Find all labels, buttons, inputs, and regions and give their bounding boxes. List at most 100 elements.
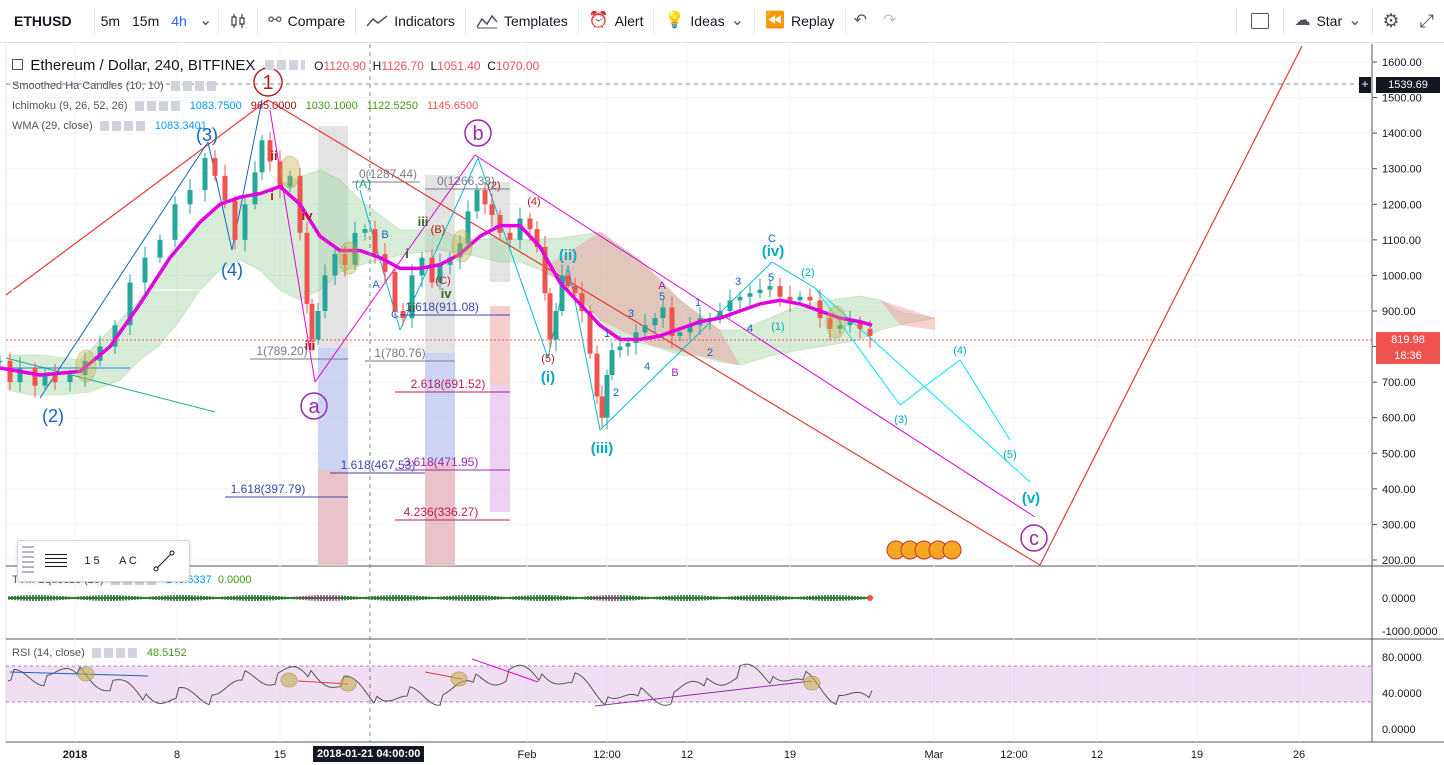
- price-tick-label: 500.00: [1382, 448, 1416, 460]
- candle-body: [565, 275, 571, 287]
- interval-15m[interactable]: 15m: [126, 0, 165, 42]
- compare-icon: ⚯: [268, 12, 282, 29]
- ichimoku-values: 1083.7500 965.0000 1030.1000 1122.5250 1…: [190, 100, 485, 112]
- undo-button[interactable]: ↶: [846, 0, 875, 42]
- price-tick-label: 1600.00: [1382, 57, 1422, 69]
- elliott-correction-tool[interactable]: A C: [110, 546, 146, 576]
- candle-body: [807, 296, 813, 301]
- projection-wave: [959, 359, 1011, 441]
- ichimoku-label: Ichimoku (9, 26, 52, 26): [12, 100, 128, 112]
- chart-area[interactable]: 1 b a c (3) (4) (2) ii i iv iii (A) B A C (B) (C) (2) (4)(…: [0, 42, 1444, 765]
- wave-label: (ii): [559, 247, 577, 264]
- undo-icon: ↶: [853, 12, 867, 29]
- trendline-tool[interactable]: [146, 546, 182, 576]
- candle-body: [737, 296, 743, 301]
- drawing-toolbar: 1 5 A C: [17, 540, 190, 582]
- chevron-down-icon: ⌄: [198, 12, 213, 29]
- elliott-correction-icon: A C: [119, 555, 137, 567]
- templates-icon: [476, 14, 498, 29]
- elliott-impulse-tool[interactable]: 1 5: [74, 546, 110, 576]
- lines-icon: [45, 554, 67, 568]
- indicator-buttons[interactable]: [134, 101, 183, 112]
- squeeze-tick-label: -1000.0000: [1382, 626, 1438, 638]
- indicator-buttons[interactable]: [99, 121, 148, 132]
- fullscreen-button[interactable]: ⤢: [1410, 0, 1444, 42]
- interval-4h[interactable]: 4h: [165, 0, 193, 42]
- symbol-search[interactable]: ETHUSD: [0, 0, 94, 42]
- main-legend: Ethereum / Dollar, 240, BITFINEX O1120.9…: [12, 57, 539, 74]
- candle-body: [187, 190, 193, 205]
- elliott-impulse-icon: 1 5: [84, 555, 100, 567]
- rsi-tick-label: 0.0000: [1382, 724, 1416, 736]
- rsi-highlight: [339, 676, 357, 692]
- ideas-button[interactable]: 💡 Ideas ⌄: [654, 0, 754, 42]
- price-chart-canvas[interactable]: 1bac(3)(4)(2)iiiiviii(A)BAC(B)(C)(2)(4)(…: [0, 42, 1444, 765]
- candle-body: [482, 190, 488, 205]
- event-icon[interactable]: [942, 540, 962, 560]
- collapse-icon[interactable]: [12, 59, 23, 70]
- time-tick-label: 12:00: [593, 749, 621, 761]
- wave-label-1: 1: [262, 72, 273, 94]
- indicator-buttons[interactable]: [170, 81, 219, 92]
- indicator-buttons[interactable]: [91, 648, 140, 659]
- rsi-highlight: [803, 675, 821, 691]
- compare-button[interactable]: ⚯ Compare: [258, 0, 355, 42]
- chart-type-button[interactable]: [219, 0, 257, 42]
- wma-legend[interactable]: WMA (29, close) 1083.3401: [12, 120, 207, 132]
- candle-body: [787, 296, 793, 301]
- chevron-down-icon: ⌄: [1348, 12, 1362, 29]
- layout-button[interactable]: ☁ Star ⌄: [1284, 0, 1371, 42]
- candle-body: [797, 296, 803, 301]
- candle-body: [232, 200, 238, 240]
- square-icon: [1251, 13, 1270, 29]
- series-buttons[interactable]: [264, 60, 305, 70]
- wave-label: 3: [628, 308, 634, 320]
- squeeze-histogram: 0.0000 -1000.0000: [8, 593, 1438, 638]
- last-price-tag: 819.98: [1376, 332, 1440, 348]
- candle-body: [42, 375, 48, 386]
- candle-body: [489, 204, 495, 215]
- wave-label: 2: [613, 387, 619, 399]
- candle-body: [599, 396, 605, 418]
- candle-body: [617, 346, 623, 351]
- drag-handle[interactable]: [22, 546, 34, 576]
- replay-button[interactable]: ⏪ Replay: [755, 0, 845, 42]
- ha-legend[interactable]: Smoothed Ha Candles (10, 10): [12, 80, 223, 92]
- wave-label: i: [270, 188, 274, 203]
- templates-button[interactable]: Templates: [466, 0, 578, 42]
- redo-button[interactable]: ↷: [875, 0, 904, 42]
- interval-5m[interactable]: 5m: [95, 0, 126, 42]
- high-value: 1126.70: [381, 59, 424, 73]
- events-icons[interactable]: [886, 540, 962, 560]
- candle-body: [202, 158, 208, 191]
- candle-body: [332, 254, 338, 276]
- price-tick-label: 1500.00: [1382, 93, 1422, 105]
- candle-body: [747, 293, 753, 297]
- fullscreen-square-button[interactable]: [1237, 0, 1283, 42]
- candle-body: [604, 375, 610, 418]
- add-alert-button[interactable]: +: [1359, 77, 1371, 93]
- indicators-button[interactable]: Indicators: [356, 0, 465, 42]
- candle-body: [547, 293, 553, 340]
- highlight-ellipse: [75, 349, 97, 383]
- b-c-line: [474, 154, 1036, 518]
- rsi-legend[interactable]: RSI (14, close) 48.5152: [12, 647, 187, 659]
- wave-label: C: [391, 309, 399, 321]
- wave-label: 4: [747, 323, 753, 335]
- projection-line: [1039, 45, 1303, 566]
- candle-body: [553, 311, 559, 340]
- price-tick-label: 400.00: [1382, 484, 1416, 496]
- interval-dropdown[interactable]: ⌄: [193, 0, 218, 42]
- wave-label: (5): [1003, 449, 1016, 461]
- ichimoku-legend[interactable]: Ichimoku (9, 26, 52, 26) 1083.7500 965.0…: [12, 100, 484, 112]
- lines-tool[interactable]: [38, 546, 74, 576]
- wave-label: 1: [695, 297, 701, 309]
- trendline-icon: [153, 550, 175, 572]
- wave-label: A: [658, 280, 666, 292]
- price-axis: 1600.00 1500.00 1400.00 1300.00 1200.00 1100.…: [1372, 57, 1422, 567]
- alert-button[interactable]: ⏰ Alert: [579, 0, 654, 42]
- close-value: 1070.00: [495, 59, 540, 73]
- settings-button[interactable]: ⚙: [1373, 0, 1410, 42]
- time-tick-label: 15: [274, 749, 286, 761]
- wma-value: 1083.3401: [154, 120, 207, 132]
